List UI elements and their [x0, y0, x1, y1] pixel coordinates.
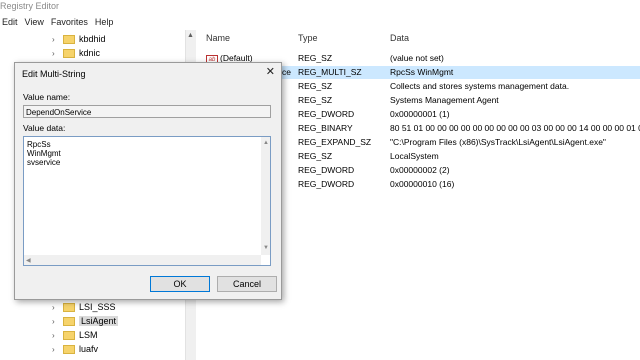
cell-type: REG_MULTI_SZ — [298, 67, 362, 77]
cell-type: REG_SZ — [298, 95, 333, 105]
cell-data: (value not set) — [390, 53, 444, 63]
cancel-button[interactable]: Cancel — [217, 276, 277, 292]
column-header-data[interactable]: Data — [390, 33, 409, 43]
cell-data: 80 51 01 00 00 00 00 00 00 00 00 00 03 0… — [390, 123, 640, 133]
value-data-textarea[interactable]: RpcSs WinMgmt svservice ▲ ▼ ◀ — [23, 136, 271, 266]
chevron-right-icon[interactable]: › — [52, 317, 60, 326]
tree-item-kbdhid[interactable]: › kbdhid — [52, 32, 106, 46]
value-data-line: WinMgmt — [27, 149, 61, 158]
cell-name: ce — [282, 67, 291, 77]
tree-item-lsi-sss[interactable]: › LSI_SSS — [52, 300, 116, 314]
menu-help[interactable]: Help — [95, 17, 114, 27]
tree-item-label: LsiAgent — [79, 316, 119, 326]
cell-type: REG_EXPAND_SZ — [298, 137, 372, 147]
edit-multi-string-dialog: Edit Multi-String ✕ Value name: DependOn… — [14, 62, 282, 300]
cell-type: REG_DWORD — [298, 165, 355, 175]
menu-bar: Edit View Favorites Help — [0, 14, 640, 30]
cell-type: REG_DWORD — [298, 179, 355, 189]
chevron-right-icon[interactable]: › — [52, 345, 60, 354]
tree-item-kdnic[interactable]: › kdnic — [52, 46, 100, 60]
tree-item-luafv[interactable]: › luafv — [52, 342, 98, 356]
cell-data: 0x00000010 (16) — [390, 179, 455, 189]
cell-data: "C:\Program Files (x86)\SysTrack\LsiAgen… — [390, 137, 606, 147]
menu-view[interactable]: View — [25, 17, 44, 27]
folder-icon — [63, 48, 75, 58]
cell-data: RpcSs WinMgmt — [390, 67, 454, 77]
folder-icon — [63, 344, 75, 354]
value-data-line: RpcSs — [27, 140, 51, 149]
tree-item-label: kbdhid — [79, 34, 106, 44]
folder-icon — [63, 34, 75, 44]
menu-edit[interactable]: Edit — [2, 17, 18, 27]
tree-item-label: LSI_SSS — [79, 302, 116, 312]
value-name-label: Value name: — [23, 92, 71, 102]
tree-item-label: kdnic — [79, 48, 101, 58]
cell-type: REG_BINARY — [298, 123, 353, 133]
ok-button[interactable]: OK — [150, 276, 210, 292]
scroll-left-icon[interactable]: ◀ — [26, 257, 31, 264]
cell-type: REG_SZ — [298, 151, 333, 161]
chevron-right-icon[interactable]: › — [52, 303, 60, 312]
scroll-down-icon[interactable]: ▼ — [263, 245, 269, 251]
menu-favorites[interactable]: Favorites — [51, 17, 88, 27]
cell-data: Systems Management Agent — [390, 95, 499, 105]
cell-type: REG_SZ — [298, 53, 333, 63]
column-header-name[interactable]: Name — [206, 33, 230, 43]
column-header-type[interactable]: Type — [298, 33, 318, 43]
folder-icon — [63, 302, 75, 312]
folder-icon — [63, 316, 75, 326]
textarea-horizontal-scrollbar[interactable]: ◀ — [24, 255, 261, 265]
cell-data: 0x00000001 (1) — [390, 109, 450, 119]
scroll-up-icon[interactable]: ▲ — [263, 140, 269, 146]
tree-item-lsm[interactable]: › LSM — [52, 328, 98, 342]
value-data-label: Value data: — [23, 123, 66, 133]
chevron-right-icon[interactable]: › — [52, 35, 60, 44]
window-title: Registry Editor — [0, 1, 60, 11]
tree-item-label: LSM — [79, 330, 98, 340]
value-data-line: svservice — [27, 158, 61, 167]
chevron-right-icon[interactable]: › — [52, 331, 60, 340]
scroll-up-icon[interactable]: ▲ — [187, 32, 194, 39]
textarea-vertical-scrollbar[interactable]: ▲ ▼ — [261, 137, 270, 255]
tree-item-lsiagent[interactable]: › LsiAgent — [52, 314, 119, 328]
cell-data: LocalSystem — [390, 151, 439, 161]
cell-type: REG_SZ — [298, 81, 333, 91]
cell-data: 0x00000002 (2) — [390, 165, 450, 175]
dialog-title: Edit Multi-String — [22, 69, 86, 79]
value-name-field[interactable]: DependOnService — [23, 105, 271, 118]
cell-type: REG_DWORD — [298, 109, 355, 119]
cell-data: Collects and stores systems management d… — [390, 81, 570, 91]
tree-item-label: luafv — [79, 344, 99, 354]
close-icon[interactable]: ✕ — [266, 65, 275, 78]
folder-icon — [63, 330, 75, 340]
chevron-right-icon[interactable]: › — [52, 49, 60, 58]
